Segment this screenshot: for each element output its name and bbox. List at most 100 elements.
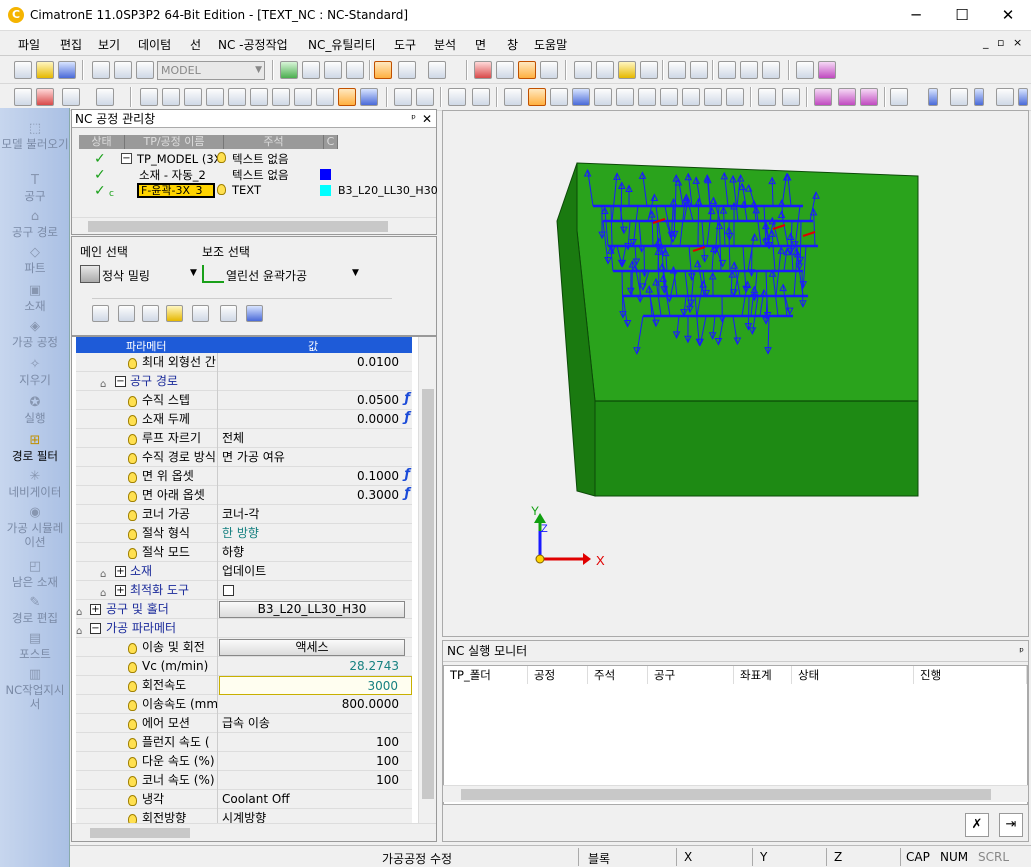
- param-row[interactable]: 코너 속도 (%) 100: [76, 771, 412, 790]
- param-group-machining[interactable]: ⌂ − 가공 파라메터: [76, 619, 412, 638]
- cube-icon[interactable]: [818, 61, 836, 79]
- param-row[interactable]: Vc (m/min) 28.2743: [76, 657, 412, 676]
- param-row[interactable]: 수직 경로 방식 면 가공 여유: [76, 448, 412, 467]
- box-icon[interactable]: [660, 88, 678, 106]
- swap-icon[interactable]: [540, 61, 558, 79]
- pick-icon[interactable]: [574, 61, 592, 79]
- shaded-view-icon[interactable]: [374, 61, 392, 79]
- main-dropdown-icon[interactable]: ▼: [190, 268, 197, 278]
- cancel-params-icon[interactable]: [246, 305, 263, 322]
- hide-icon[interactable]: [518, 61, 536, 79]
- sub-dropdown-icon[interactable]: ▼: [352, 268, 359, 278]
- guide-execute[interactable]: ✪ 실행: [0, 396, 70, 426]
- rotate-view-icon[interactable]: [346, 61, 364, 79]
- minimize-button[interactable]: ─: [893, 0, 939, 30]
- select-arrow-icon[interactable]: [14, 88, 32, 106]
- apply-icon[interactable]: [118, 305, 135, 322]
- menu-nc-utility[interactable]: NC_유틸리티: [308, 36, 376, 53]
- ucs-icon[interactable]: [762, 61, 780, 79]
- part-add-icon[interactable]: [184, 88, 202, 106]
- line-icon[interactable]: [950, 88, 968, 106]
- param-row[interactable]: 면 위 옵셋 0.1000 ƒ: [76, 467, 412, 486]
- param-row[interactable]: 루프 자르기 전체: [76, 429, 412, 448]
- column-name[interactable]: TP/공정 이름: [125, 135, 224, 149]
- manager-hscrollbar[interactable]: [72, 217, 436, 234]
- param-group-stock[interactable]: ⌂ + 소재 업데이트: [76, 562, 412, 581]
- param-group-optimize[interactable]: ⌂ + 최적화 도구: [76, 581, 412, 600]
- view-orient-icon[interactable]: [428, 61, 446, 79]
- param-row[interactable]: 이송 및 회전 액세스: [76, 638, 412, 657]
- mdi-minimize-button[interactable]: _: [983, 36, 989, 49]
- column-tp-folder[interactable]: TP_폴더: [444, 666, 528, 684]
- monitor-list[interactable]: TP_폴더 공정 주석 공구 좌표계 상태 진행: [443, 665, 1028, 805]
- params-hscrollbar[interactable]: [72, 823, 436, 841]
- menu-nc-procedure[interactable]: NC -공정작업: [218, 36, 288, 53]
- info-icon[interactable]: [616, 88, 634, 106]
- column-comment[interactable]: 주석: [224, 135, 324, 149]
- column-progress[interactable]: 진행: [914, 666, 1027, 684]
- guide-model-import[interactable]: ⬚ 모델 불러오기: [0, 122, 70, 152]
- guide-navigator[interactable]: ✳ 네비게이터: [0, 470, 70, 500]
- edit-icon[interactable]: [316, 88, 334, 106]
- simulate-icon[interactable]: [394, 88, 412, 106]
- param-row[interactable]: 다운 속도 (%) 100: [76, 752, 412, 771]
- display-filter-icon[interactable]: [474, 61, 492, 79]
- grid-icon[interactable]: [718, 61, 736, 79]
- column-ucs[interactable]: 좌표계: [734, 666, 792, 684]
- menu-help[interactable]: 도움말: [534, 36, 567, 53]
- load-params-icon[interactable]: [192, 305, 209, 322]
- menu-view[interactable]: 보기: [98, 36, 120, 53]
- column-comment[interactable]: 주석: [588, 666, 648, 684]
- guide-delete[interactable]: ✧ 지우기: [0, 358, 70, 388]
- solid-icon[interactable]: [682, 88, 700, 106]
- param-row[interactable]: 이송속도 (mm 800.0000: [76, 695, 412, 714]
- tree-item-procedure-selected[interactable]: F-윤곽-3X_3: [137, 183, 215, 198]
- menu-window[interactable]: 창: [507, 36, 518, 53]
- param-group-toolpath[interactable]: ⌂ − 공구 경로: [76, 372, 412, 391]
- column-procedure[interactable]: 공정: [528, 666, 588, 684]
- move-icon[interactable]: [294, 88, 312, 106]
- pin-icon[interactable]: ᵖ: [411, 110, 416, 128]
- menu-tools[interactable]: 도구: [394, 36, 416, 53]
- copy-icon[interactable]: [250, 88, 268, 106]
- properties-icon[interactable]: [92, 61, 110, 79]
- param-row[interactable]: 면 아래 옵셋 0.3000 ƒ: [76, 486, 412, 505]
- tree-item-tp-model[interactable]: TP_MODEL (3X: [137, 152, 222, 166]
- ok-icon[interactable]: [92, 305, 109, 322]
- param-row[interactable]: 절삭 형식 한 방향: [76, 524, 412, 543]
- feed-spin-button[interactable]: 액세스: [219, 639, 405, 656]
- exit-icon[interactable]: ⇥: [999, 813, 1023, 837]
- next-view-icon[interactable]: [690, 61, 708, 79]
- measure-icon[interactable]: [796, 61, 814, 79]
- menu-edit[interactable]: 편집: [60, 36, 82, 53]
- sub-selection-value[interactable]: 열린선 윤곽가공: [226, 267, 307, 284]
- param-row[interactable]: 수직 스텝 0.0500 ƒ: [76, 391, 412, 410]
- verify-icon[interactable]: [416, 88, 434, 106]
- layer-icon[interactable]: [114, 61, 132, 79]
- param-row[interactable]: 에어 모션 급속 이송: [76, 714, 412, 733]
- preview-icon[interactable]: [142, 305, 159, 322]
- menu-analysis[interactable]: 분석: [434, 36, 456, 53]
- guide-part[interactable]: ◇ 파트: [0, 246, 70, 276]
- tools-params-icon[interactable]: [220, 305, 237, 322]
- optimize-checkbox[interactable]: [223, 585, 234, 596]
- tree-item-stock[interactable]: 소재 - 자동_2: [139, 167, 206, 183]
- param-row[interactable]: 코너 가공 코너-각: [76, 505, 412, 524]
- zoom-all-icon[interactable]: [280, 61, 298, 79]
- tool-add-icon[interactable]: [140, 88, 158, 106]
- guide-toolpath[interactable]: ⌂ 공구 경로: [0, 210, 70, 240]
- graphics-viewport[interactable]: X Y Z: [442, 110, 1029, 637]
- param-row[interactable]: 냉각 Coolant Off: [76, 790, 412, 809]
- navigator-icon[interactable]: [448, 88, 466, 106]
- bulb-off-icon[interactable]: [640, 61, 658, 79]
- guide-post[interactable]: ▤ 포스트: [0, 632, 70, 662]
- menu-line[interactable]: 선: [190, 36, 201, 53]
- stock-add-icon[interactable]: [206, 88, 224, 106]
- tool-holder-button[interactable]: B3_L20_LL30_H30: [219, 601, 405, 618]
- toolbar-more3-icon[interactable]: [1018, 88, 1028, 106]
- collapse-icon[interactable]: −: [121, 153, 132, 164]
- guide-simulation[interactable]: ◉ 가공 시뮬레이션: [0, 506, 70, 550]
- surface-edit-icon[interactable]: [838, 88, 856, 106]
- toolbar-more-icon[interactable]: [928, 88, 938, 106]
- undo-icon[interactable]: [996, 88, 1014, 106]
